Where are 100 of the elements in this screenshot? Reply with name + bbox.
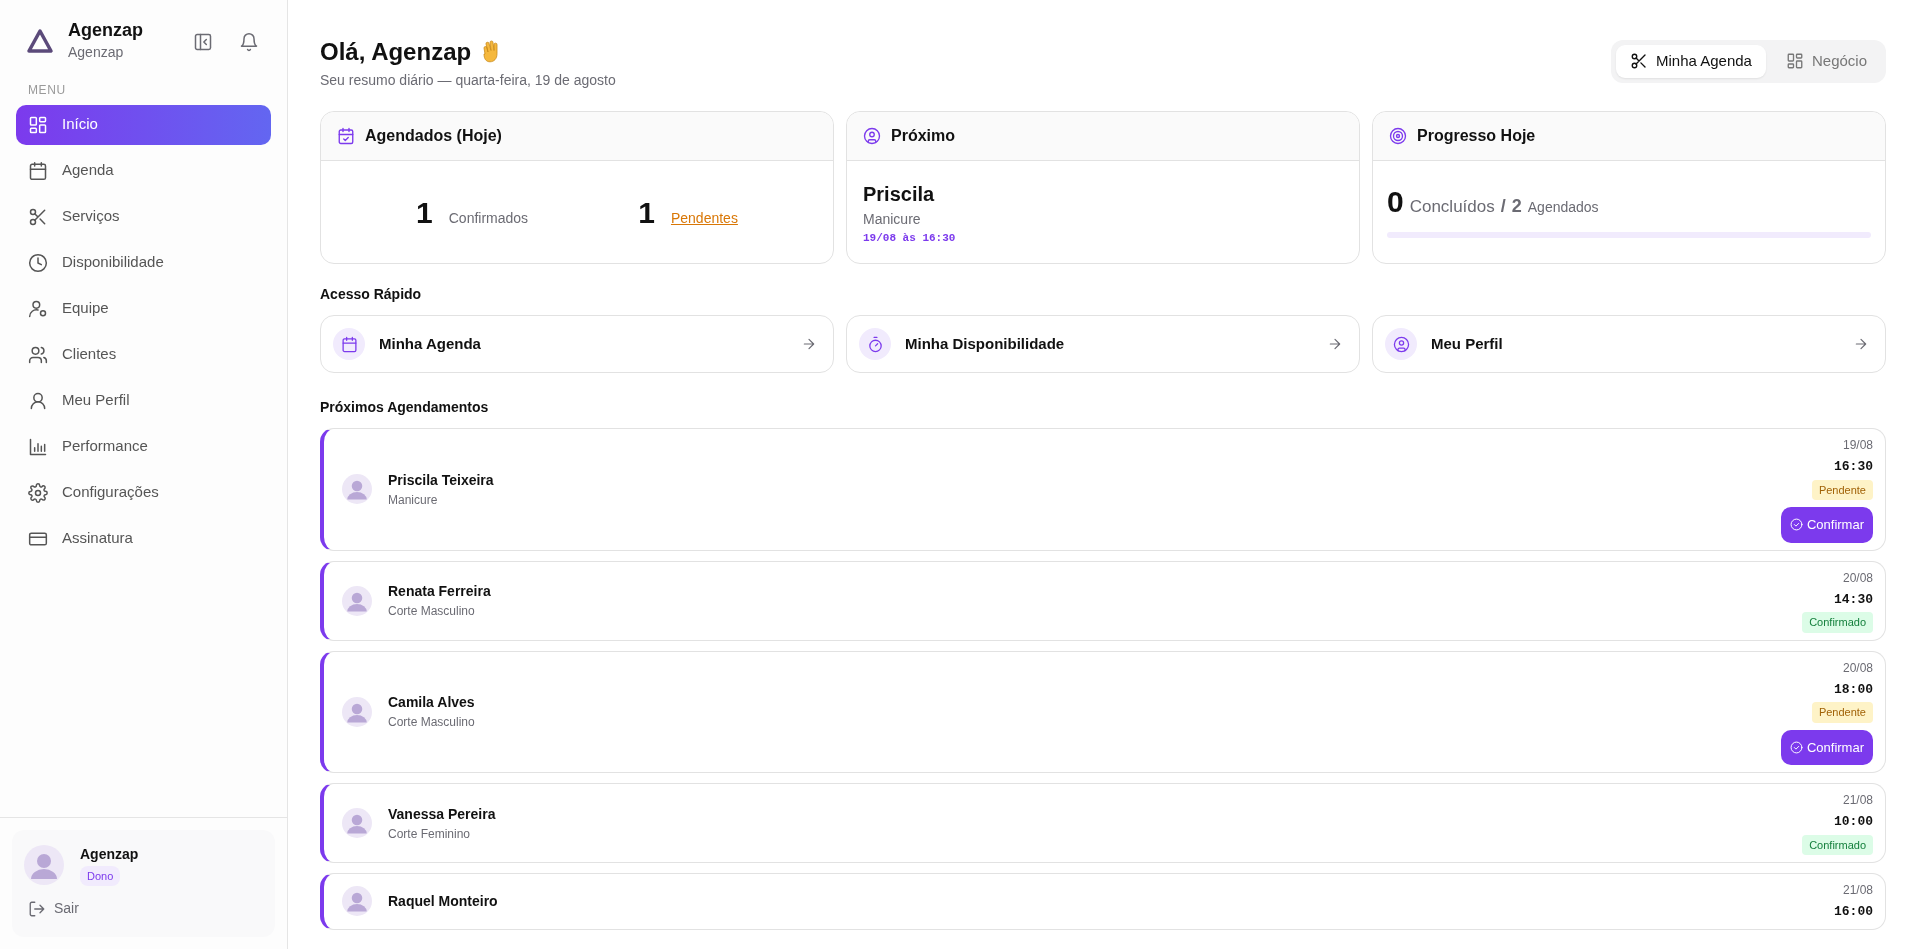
brand-subtitle: Agenzap <box>68 42 125 62</box>
appointment-card[interactable]: Vanessa Pereira Corte Feminino 21/08 10:00 Confirmado <box>320 783 1886 863</box>
check-circle-icon <box>1789 518 1803 532</box>
confirmed-label: Confirmados <box>448 208 529 228</box>
target-icon <box>1389 127 1407 145</box>
appointment-date: 20/08 <box>1842 659 1873 677</box>
sidebar-nav-item[interactable]: Equipe <box>16 288 271 329</box>
confirm-button[interactable]: Confirmar <box>1780 729 1873 765</box>
user-icon <box>28 390 48 411</box>
next-client-name: Priscila <box>863 182 936 207</box>
grid-icon <box>1785 52 1804 71</box>
scheduled-label: Agendados <box>1527 198 1599 217</box>
sidebar-nav-item[interactable]: Agenda <box>16 150 271 191</box>
card-title: Próximo <box>891 126 955 146</box>
daily-summary-subtitle: Seu resumo diário — quarta-feira, 19 de agosto <box>320 71 616 90</box>
sidebar-nav-item[interactable]: Assinatura <box>16 518 271 559</box>
appointment-date: 20/08 <box>1842 569 1873 587</box>
sidebar-nav-item[interactable]: Meu Perfil <box>16 380 271 421</box>
appointment-date: 21/08 <box>1842 792 1873 809</box>
scissors-icon <box>28 206 48 227</box>
appointment-time: 14:30 <box>1834 590 1873 609</box>
confirm-button[interactable]: Confirmar <box>1780 507 1873 543</box>
user-avatar <box>24 844 64 885</box>
appointment-card[interactable]: Raquel Monteiro 21/08 16:00 <box>320 873 1886 930</box>
sidebar-nav-item[interactable]: Clientes <box>16 334 271 375</box>
completed-count: 0 <box>1387 184 1404 220</box>
arrow-right-icon <box>801 336 817 352</box>
service-name: Corte Feminino <box>388 825 472 843</box>
client-name: Vanessa Pereira <box>388 804 496 824</box>
user-name: Agenzap <box>80 844 139 864</box>
upcoming-appointments-heading: Próximos Agendamentos <box>320 398 490 417</box>
appointment-date: 21/08 <box>1842 882 1873 899</box>
panel-icon <box>193 32 213 53</box>
user-circle-icon <box>1392 335 1410 353</box>
appointment-time: 16:00 <box>1834 903 1873 921</box>
users-icon <box>28 344 48 365</box>
appointment-time: 16:30 <box>1834 458 1873 476</box>
client-avatar <box>342 474 372 505</box>
settings-icon <box>28 482 48 503</box>
quick-access-link[interactable]: Minha Disponibilidade <box>846 315 1360 373</box>
client-name: Renata Ferreira <box>388 582 491 601</box>
confirmed-count: 1 <box>416 194 433 231</box>
brand-name: Agenzap <box>68 20 143 42</box>
logout-button[interactable]: Sair <box>24 894 87 923</box>
count-separator: / <box>1500 195 1506 218</box>
calendar-icon <box>340 335 358 353</box>
appointment-card[interactable]: Priscila Teixeira Manicure 19/08 16:30 Pendente Confirmar <box>320 428 1886 551</box>
pending-count: 1 <box>638 194 655 231</box>
client-name: Priscila Teixeira <box>388 470 494 490</box>
stopwatch-icon <box>866 335 884 353</box>
next-service: Manicure <box>863 210 922 229</box>
arrow-right-icon <box>1327 336 1343 352</box>
calendar-icon <box>28 160 48 181</box>
client-avatar <box>342 808 372 838</box>
sidebar-nav-item[interactable]: Performance <box>16 426 271 467</box>
role-tag: Dono <box>80 865 121 886</box>
service-name: Corte Masculino <box>388 603 476 620</box>
client-avatar <box>342 696 372 727</box>
client-name: Camila Alves <box>388 693 475 713</box>
status-tag: Confirmado <box>1802 612 1873 633</box>
sidebar-nav-item[interactable]: Início <box>16 104 271 145</box>
card-title: Progresso Hoje <box>1417 126 1536 146</box>
user-gear-icon <box>28 298 48 319</box>
status-tag: Pendente <box>1811 702 1873 723</box>
completed-label: Concluídos <box>1409 196 1495 218</box>
appointment-date: 19/08 <box>1842 437 1873 454</box>
bell-icon <box>239 32 259 53</box>
arrow-right-icon <box>1853 336 1869 352</box>
service-name: Manicure <box>388 491 439 509</box>
sidebar-nav-item[interactable]: Configurações <box>16 472 271 513</box>
greeting-title: Olá, Agenzap <box>320 37 472 67</box>
triangle-logo-icon <box>26 28 54 55</box>
card-title: Agendados (Hoje) <box>365 126 502 146</box>
scheduled-total: 2 <box>1511 195 1522 218</box>
menu-section-label: MENU <box>27 81 67 99</box>
appointment-card[interactable]: Camila Alves Corte Masculino 20/08 18:00 Pendente Confirmar <box>320 650 1886 773</box>
logout-icon <box>28 899 46 918</box>
quick-access-link[interactable]: Minha Agenda <box>320 315 834 373</box>
appointment-time: 18:00 <box>1834 680 1873 699</box>
clock-icon <box>28 252 48 273</box>
appointment-time: 10:00 <box>1834 813 1873 831</box>
service-name: Corte Masculino <box>388 714 475 732</box>
check-circle-icon <box>1789 740 1803 754</box>
view-tab[interactable]: Negócio <box>1771 45 1881 78</box>
calendar-check-icon <box>337 127 355 145</box>
view-tab[interactable]: Minha Agenda <box>1616 45 1766 78</box>
grid-icon <box>28 114 48 135</box>
sidebar-nav-item[interactable]: Disponibilidade <box>16 242 271 283</box>
client-avatar <box>342 886 372 917</box>
appointment-card[interactable]: Renata Ferreira Corte Masculino 20/08 14:30 Confirmado <box>320 560 1886 641</box>
status-tag: Pendente <box>1811 479 1873 500</box>
quick-access-heading: Acesso Rápido <box>320 285 423 304</box>
user-circle-icon <box>863 127 881 145</box>
bar-chart-icon <box>28 436 48 457</box>
client-avatar <box>342 585 372 616</box>
client-name: Raquel Monteiro <box>388 891 498 911</box>
sidebar-nav-item[interactable]: Serviços <box>16 196 271 237</box>
quick-access-link[interactable]: Meu Perfil <box>1372 315 1886 373</box>
status-tag: Confirmado <box>1802 834 1873 855</box>
next-appointment-time: 19/08 às 16:30 <box>863 231 957 246</box>
